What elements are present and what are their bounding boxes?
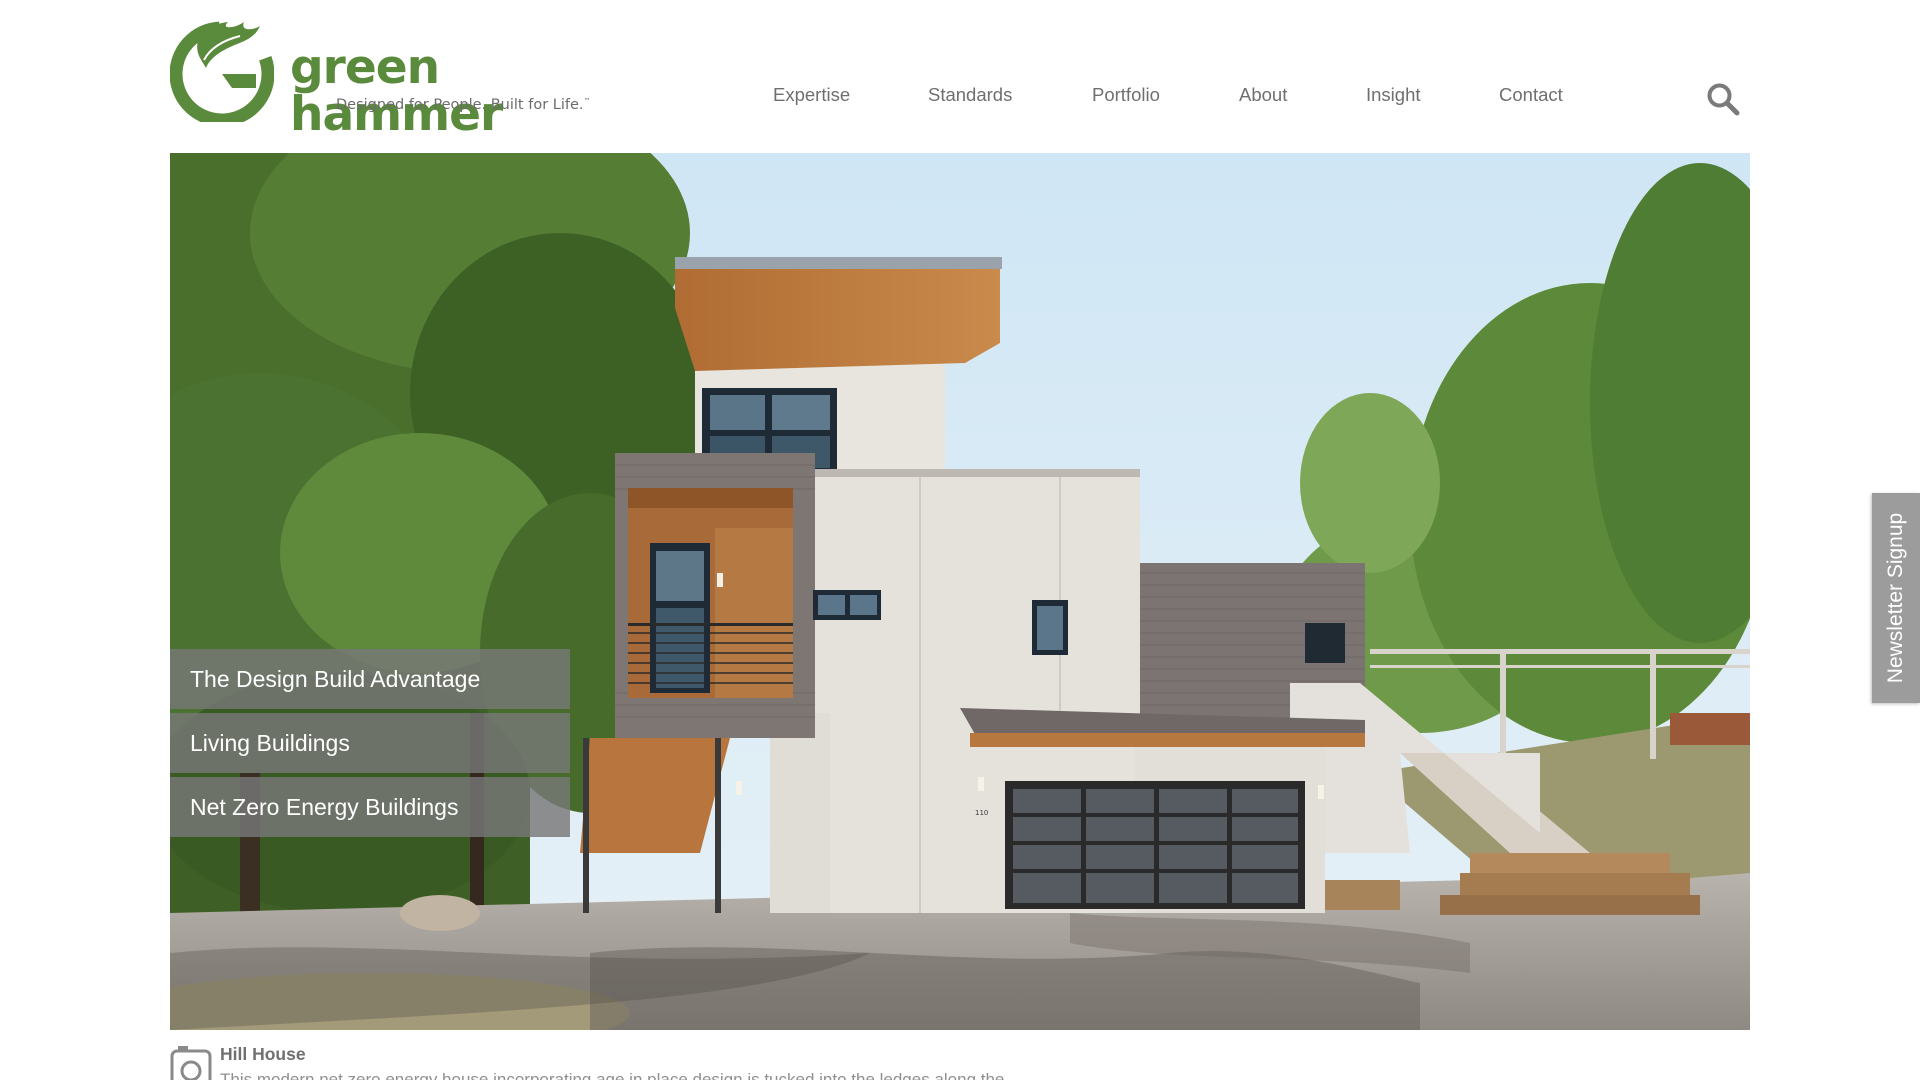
hero-slide[interactable]: 110 The Design Build Advantage Living Bu… xyxy=(170,153,1750,1030)
brand-name: green hammer xyxy=(290,40,503,142)
project-description: This modern net zero energy house incorp… xyxy=(220,1070,1005,1080)
hero-photo: 110 xyxy=(170,153,1750,1030)
newsletter-label: Newsletter Signup xyxy=(1884,512,1907,684)
search-icon xyxy=(1707,83,1740,116)
hero-menu: The Design Build Advantage Living Buildi… xyxy=(170,649,570,841)
newsletter-signup-tab[interactable]: Newsletter Signup xyxy=(1872,493,1920,703)
house-number: 110 xyxy=(975,809,988,817)
nav-insight[interactable]: Insight xyxy=(1366,84,1421,106)
site-header: green hammer Designed for People. Built … xyxy=(0,0,1920,153)
brand-tagline: Designed for People. Built for Life.™ xyxy=(336,97,591,113)
search-button[interactable] xyxy=(1706,82,1740,116)
hero-link-net-zero[interactable]: Net Zero Energy Buildings xyxy=(170,777,570,837)
camera-icon xyxy=(170,1046,212,1080)
nav-about[interactable]: About xyxy=(1239,84,1287,106)
nav-expertise[interactable]: Expertise xyxy=(773,84,850,106)
hero-link-design-build[interactable]: The Design Build Advantage xyxy=(170,649,570,709)
nav-contact[interactable]: Contact xyxy=(1499,84,1563,106)
nav-standards[interactable]: Standards xyxy=(928,84,1012,106)
hero-link-living-buildings[interactable]: Living Buildings xyxy=(170,713,570,773)
hero-caption: Hill House This modern net zero energy h… xyxy=(170,1040,1170,1080)
leaf-hammer-logo-icon xyxy=(170,21,274,122)
logo[interactable]: green hammer Designed for People. Built … xyxy=(170,18,591,138)
project-title[interactable]: Hill House xyxy=(220,1044,306,1065)
nav-portfolio[interactable]: Portfolio xyxy=(1092,84,1160,106)
